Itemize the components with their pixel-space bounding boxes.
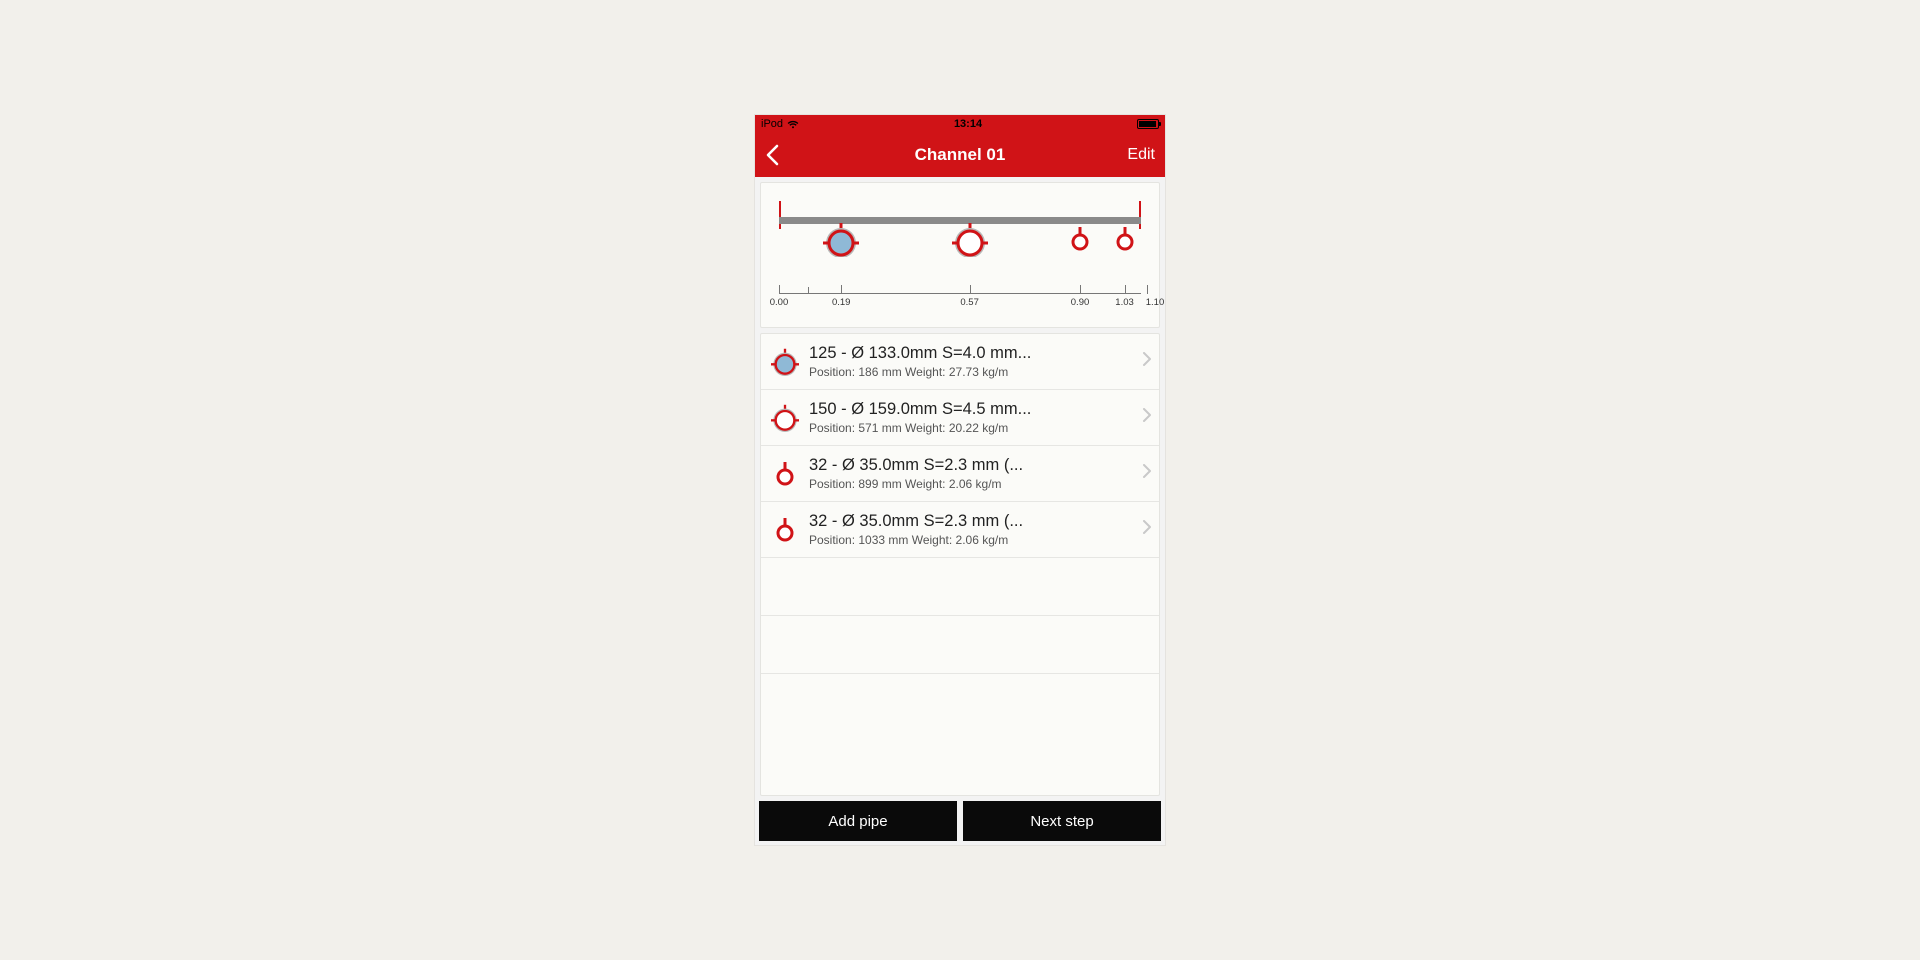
ruler-tick bbox=[1125, 285, 1126, 294]
pipe-symbol[interactable] bbox=[823, 223, 859, 262]
channel-diagram: 0.000.190.570.901.031.10 bbox=[760, 182, 1160, 328]
pipe-title: 32 - Ø 35.0mm S=2.3 mm (... bbox=[809, 512, 1132, 531]
list-row-empty bbox=[761, 558, 1159, 616]
edit-button[interactable]: Edit bbox=[1115, 146, 1155, 164]
pipe-row[interactable]: 150 - Ø 159.0mm S=4.5 mm... Position: 571… bbox=[761, 390, 1159, 446]
pipe-subtitle: Position: 1033 mm Weight: 2.06 kg/m bbox=[809, 533, 1132, 547]
pipe-subtitle: Position: 899 mm Weight: 2.06 kg/m bbox=[809, 477, 1132, 491]
back-button[interactable] bbox=[765, 144, 805, 166]
pipe-title: 150 - Ø 159.0mm S=4.5 mm... bbox=[809, 400, 1132, 419]
wifi-icon bbox=[787, 120, 799, 129]
pipe-icon bbox=[771, 345, 799, 379]
ruler-label: 0.90 bbox=[1071, 297, 1090, 308]
phone-screen: iPod 13:14 Channel 01 Edit bbox=[755, 115, 1165, 845]
ruler-label: 0.00 bbox=[770, 297, 789, 308]
pipe-symbol[interactable] bbox=[1067, 227, 1093, 256]
chevron-right-icon bbox=[1142, 352, 1151, 371]
status-bar: iPod 13:14 bbox=[755, 115, 1165, 133]
ruler-tick bbox=[970, 285, 971, 294]
battery-icon bbox=[1137, 119, 1159, 129]
ruler-label: 0.19 bbox=[832, 297, 851, 308]
ruler-tick bbox=[1147, 285, 1148, 294]
pipe-subtitle: Position: 571 mm Weight: 20.22 kg/m bbox=[809, 421, 1132, 435]
pipe-title: 125 - Ø 133.0mm S=4.0 mm... bbox=[809, 344, 1132, 363]
add-pipe-button[interactable]: Add pipe bbox=[759, 801, 957, 841]
pipe-subtitle: Position: 186 mm Weight: 27.73 kg/m bbox=[809, 365, 1132, 379]
beam-diagram bbox=[773, 201, 1147, 281]
chevron-right-icon bbox=[1142, 408, 1151, 427]
ruler-tick bbox=[808, 287, 809, 294]
pipe-icon bbox=[771, 462, 799, 486]
chevron-right-icon bbox=[1142, 464, 1151, 483]
pipe-icon bbox=[771, 518, 799, 542]
beam-end-left bbox=[779, 201, 781, 229]
list-row-empty bbox=[761, 674, 1159, 732]
content-area: 0.00 0.19 0.57 0.90 1.03 1.10 125 - Ø 133.0mm… bbox=[755, 177, 1165, 801]
pipe-icon bbox=[771, 401, 799, 435]
ruler-tick bbox=[1080, 285, 1081, 294]
device-label: iPod bbox=[761, 118, 783, 130]
pipe-row[interactable]: 125 - Ø 133.0mm S=4.0 mm... Position: 186… bbox=[761, 334, 1159, 390]
clock: 13:14 bbox=[954, 118, 982, 130]
list-row-empty bbox=[761, 616, 1159, 674]
ruler-tick bbox=[841, 285, 842, 294]
beam-end-right bbox=[1139, 201, 1141, 229]
nav-bar: Channel 01 Edit bbox=[755, 133, 1165, 177]
next-step-button[interactable]: Next step bbox=[963, 801, 1161, 841]
chevron-right-icon bbox=[1142, 520, 1151, 539]
ruler: 0.000.190.570.901.031.10 bbox=[773, 285, 1147, 319]
footer-bar: Add pipe Next step bbox=[755, 801, 1165, 845]
pipe-title: 32 - Ø 35.0mm S=2.3 mm (... bbox=[809, 456, 1132, 475]
ruler-label: 1.03 bbox=[1115, 297, 1134, 308]
pipe-row[interactable]: 32 - Ø 35.0mm S=2.3 mm (... Position: 899… bbox=[761, 446, 1159, 502]
pipe-list: 125 - Ø 133.0mm S=4.0 mm... Position: 186… bbox=[760, 333, 1160, 796]
ruler-label: 0.57 bbox=[960, 297, 979, 308]
pipe-symbol[interactable] bbox=[1112, 227, 1138, 256]
chevron-left-icon bbox=[765, 144, 779, 166]
page-title: Channel 01 bbox=[805, 145, 1115, 165]
pipe-row[interactable]: 32 - Ø 35.0mm S=2.3 mm (... Position: 103… bbox=[761, 502, 1159, 558]
ruler-label: 1.10 bbox=[1146, 297, 1165, 308]
ruler-tick bbox=[779, 285, 780, 294]
pipe-symbol[interactable] bbox=[952, 223, 988, 262]
